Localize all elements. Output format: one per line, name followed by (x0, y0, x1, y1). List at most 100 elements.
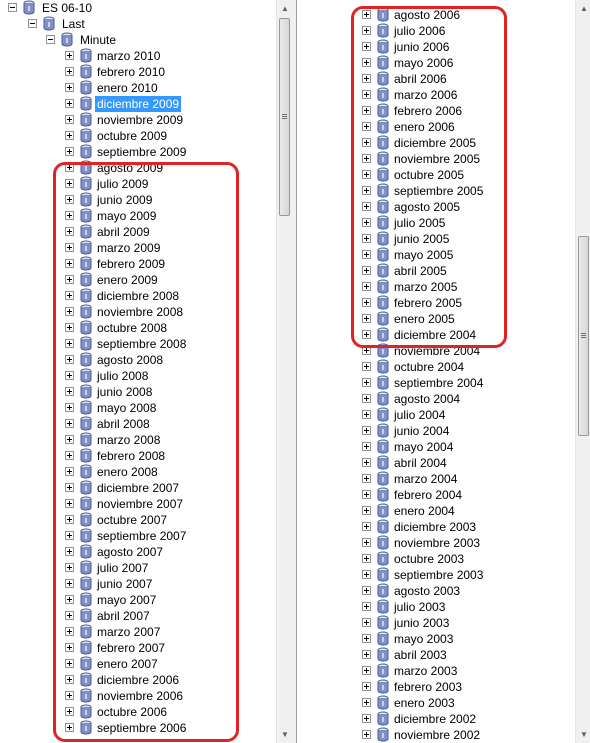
plus-expander-icon[interactable] (65, 147, 74, 156)
plus-expander-icon[interactable] (362, 586, 371, 595)
plus-expander-icon[interactable] (65, 467, 74, 476)
plus-expander-icon[interactable] (362, 298, 371, 307)
right-tree-pane[interactable]: agosto 2006 julio 2006 junio 2006 mayo 2006… (296, 0, 590, 743)
plus-expander-icon[interactable] (65, 243, 74, 252)
plus-expander-icon[interactable] (362, 250, 371, 259)
plus-expander-icon[interactable] (65, 403, 74, 412)
plus-expander-icon[interactable] (65, 131, 74, 140)
plus-expander-icon[interactable] (362, 538, 371, 547)
plus-expander-icon[interactable] (362, 346, 371, 355)
plus-expander-icon[interactable] (362, 650, 371, 659)
left-tree-pane[interactable]: ES 06-10 Last Minute marzo 2010 febrero 2… (0, 0, 292, 743)
plus-expander-icon[interactable] (65, 259, 74, 268)
plus-expander-icon[interactable] (65, 275, 74, 284)
plus-expander-icon[interactable] (362, 186, 371, 195)
plus-expander-icon[interactable] (65, 675, 74, 684)
plus-expander-icon[interactable] (65, 211, 74, 220)
plus-expander-icon[interactable] (65, 83, 74, 92)
minus-expander-icon[interactable] (8, 3, 17, 12)
plus-expander-icon[interactable] (362, 666, 371, 675)
plus-expander-icon[interactable] (65, 323, 74, 332)
plus-expander-icon[interactable] (65, 451, 74, 460)
plus-expander-icon[interactable] (65, 179, 74, 188)
plus-expander-icon[interactable] (362, 74, 371, 83)
plus-expander-icon[interactable] (362, 58, 371, 67)
plus-expander-icon[interactable] (65, 67, 74, 76)
plus-expander-icon[interactable] (362, 314, 371, 323)
plus-expander-icon[interactable] (362, 154, 371, 163)
plus-expander-icon[interactable] (362, 218, 371, 227)
plus-expander-icon[interactable] (362, 26, 371, 35)
plus-expander-icon[interactable] (65, 195, 74, 204)
minus-expander-icon[interactable] (28, 19, 37, 28)
plus-expander-icon[interactable] (65, 163, 74, 172)
plus-expander-icon[interactable] (362, 474, 371, 483)
plus-expander-icon[interactable] (65, 723, 74, 732)
plus-expander-icon[interactable] (65, 547, 74, 556)
plus-expander-icon[interactable] (65, 51, 74, 60)
plus-expander-icon[interactable] (362, 426, 371, 435)
plus-expander-icon[interactable] (362, 106, 371, 115)
plus-expander-icon[interactable] (362, 506, 371, 515)
plus-expander-icon[interactable] (65, 99, 74, 108)
plus-expander-icon[interactable] (65, 627, 74, 636)
plus-expander-icon[interactable] (65, 435, 74, 444)
plus-expander-icon[interactable] (362, 522, 371, 531)
plus-expander-icon[interactable] (362, 202, 371, 211)
plus-expander-icon[interactable] (65, 499, 74, 508)
plus-expander-icon[interactable] (362, 42, 371, 51)
plus-expander-icon[interactable] (362, 282, 371, 291)
plus-expander-icon[interactable] (65, 419, 74, 428)
plus-expander-icon[interactable] (65, 595, 74, 604)
plus-expander-icon[interactable] (362, 618, 371, 627)
plus-expander-icon[interactable] (362, 138, 371, 147)
plus-expander-icon[interactable] (65, 659, 74, 668)
plus-expander-icon[interactable] (65, 387, 74, 396)
plus-expander-icon[interactable] (362, 634, 371, 643)
plus-expander-icon[interactable] (362, 394, 371, 403)
plus-expander-icon[interactable] (362, 602, 371, 611)
plus-expander-icon[interactable] (362, 698, 371, 707)
plus-expander-icon[interactable] (362, 122, 371, 131)
plus-expander-icon[interactable] (362, 682, 371, 691)
left-vertical-scrollbar[interactable]: ▲ ▼ (276, 0, 292, 743)
plus-expander-icon[interactable] (65, 371, 74, 380)
scroll-down-arrow-icon[interactable]: ▼ (576, 726, 590, 743)
plus-expander-icon[interactable] (65, 339, 74, 348)
plus-expander-icon[interactable] (362, 442, 371, 451)
plus-expander-icon[interactable] (362, 714, 371, 723)
plus-expander-icon[interactable] (65, 691, 74, 700)
plus-expander-icon[interactable] (362, 490, 371, 499)
plus-expander-icon[interactable] (362, 570, 371, 579)
plus-expander-icon[interactable] (65, 307, 74, 316)
plus-expander-icon[interactable] (362, 170, 371, 179)
plus-expander-icon[interactable] (65, 291, 74, 300)
plus-expander-icon[interactable] (65, 611, 74, 620)
scroll-up-arrow-icon[interactable]: ▲ (576, 0, 590, 17)
plus-expander-icon[interactable] (362, 554, 371, 563)
plus-expander-icon[interactable] (65, 707, 74, 716)
plus-expander-icon[interactable] (65, 643, 74, 652)
plus-expander-icon[interactable] (362, 266, 371, 275)
scroll-up-arrow-icon[interactable]: ▲ (277, 0, 292, 17)
plus-expander-icon[interactable] (65, 115, 74, 124)
minus-expander-icon[interactable] (46, 35, 55, 44)
plus-expander-icon[interactable] (65, 355, 74, 364)
plus-expander-icon[interactable] (65, 483, 74, 492)
plus-expander-icon[interactable] (65, 515, 74, 524)
plus-expander-icon[interactable] (65, 563, 74, 572)
plus-expander-icon[interactable] (65, 227, 74, 236)
plus-expander-icon[interactable] (362, 362, 371, 371)
plus-expander-icon[interactable] (362, 330, 371, 339)
plus-expander-icon[interactable] (65, 531, 74, 540)
plus-expander-icon[interactable] (362, 410, 371, 419)
scrollbar-thumb[interactable] (279, 18, 290, 216)
scrollbar-thumb[interactable] (578, 236, 589, 436)
plus-expander-icon[interactable] (362, 730, 371, 739)
right-vertical-scrollbar[interactable]: ▲ ▼ (575, 0, 590, 743)
plus-expander-icon[interactable] (362, 90, 371, 99)
plus-expander-icon[interactable] (362, 378, 371, 387)
plus-expander-icon[interactable] (362, 458, 371, 467)
scroll-down-arrow-icon[interactable]: ▼ (277, 726, 292, 743)
plus-expander-icon[interactable] (362, 234, 371, 243)
